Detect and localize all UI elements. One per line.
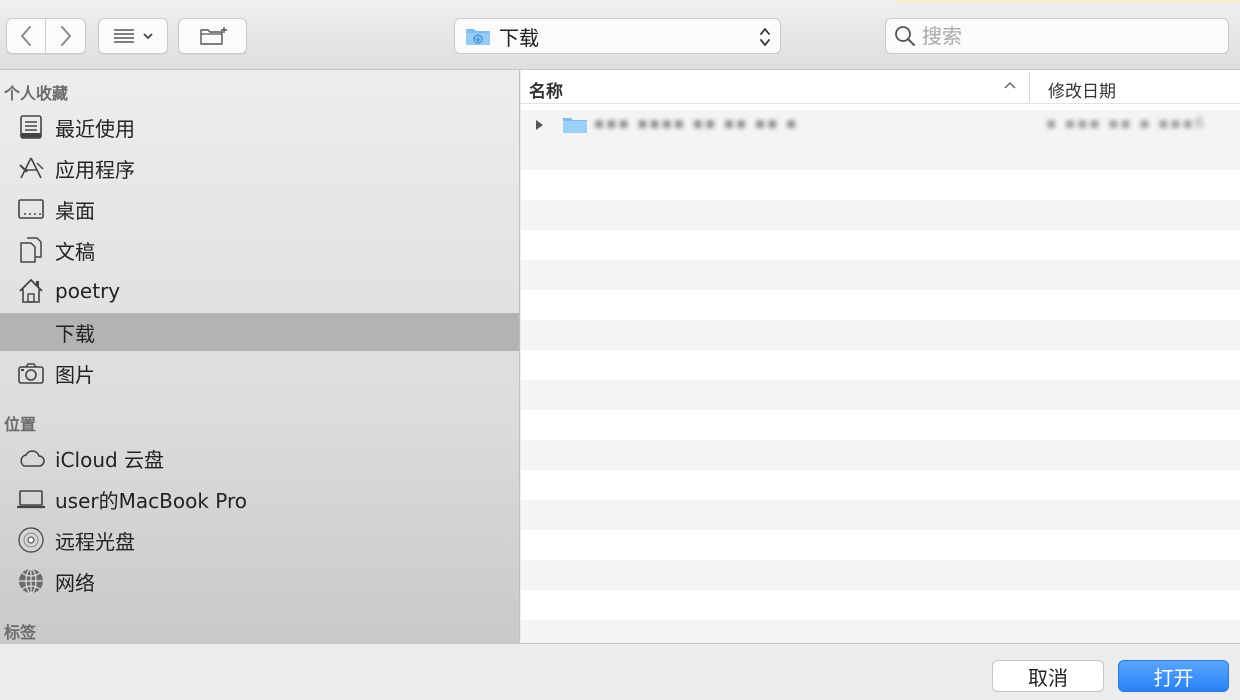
file-date: ▪ ▪▪▪ ▪▪ ▪ ▪▪▪6 — [1046, 114, 1207, 132]
empty-row — [521, 500, 1240, 530]
updown-chevron-icon — [760, 28, 770, 46]
folder-icon — [563, 118, 587, 133]
empty-row — [521, 620, 1240, 643]
empty-row — [521, 320, 1240, 350]
empty-row — [521, 230, 1240, 260]
sidebar-item-label: 图片 — [55, 362, 95, 387]
toolbar: 下载 — [0, 0, 1240, 70]
sidebar-item-network[interactable]: 网络 — [0, 562, 519, 600]
sidebar-item-recents[interactable]: 最近使用 — [0, 108, 519, 146]
sidebar-item-label: user的MacBook Pro — [55, 488, 247, 513]
home-icon — [16, 276, 46, 306]
sidebar-item-label: 桌面 — [55, 198, 95, 223]
empty-row — [521, 380, 1240, 410]
desktop-icon — [16, 194, 46, 224]
applications-icon — [16, 153, 46, 183]
section-favorites: 个人收藏 — [4, 84, 69, 103]
empty-row — [521, 590, 1240, 620]
forward-button[interactable] — [46, 19, 85, 53]
sidebar-item-macbook[interactable]: user的MacBook Pro — [0, 480, 519, 518]
pictures-icon — [16, 358, 46, 388]
location-label: 下载 — [499, 25, 539, 50]
sidebar-item-label: 远程光盘 — [55, 529, 135, 554]
sidebar-item-label: iCloud 云盘 — [55, 447, 165, 472]
new-folder-icon — [199, 27, 227, 45]
view-mode-button[interactable] — [98, 18, 168, 54]
column-header-date[interactable]: 修改日期 — [1048, 77, 1116, 102]
table-row[interactable]: ▪▪▪ ▪▪▪▪ ▪▪ ▪▪ ▪▪ ▪ ▪ ▪▪▪ ▪▪ ▪ ▪▪▪6 — [521, 110, 1240, 140]
sidebar-item-downloads[interactable]: 下载 — [0, 313, 519, 351]
sidebar-item-desktop[interactable]: 桌面 — [0, 190, 519, 228]
nav-button-group — [6, 18, 86, 54]
empty-row — [521, 470, 1240, 500]
back-button[interactable] — [7, 19, 47, 53]
sidebar-item-icloud[interactable]: iCloud 云盘 — [0, 439, 519, 477]
sidebar-item-label: 最近使用 — [55, 116, 135, 141]
file-list: 名称 修改日期 ▪▪▪ ▪▪▪▪ ▪▪ ▪▪ ▪▪ ▪ ▪ ▪▪▪ ▪▪ ▪ ▪… — [521, 70, 1240, 643]
remote-disc-icon — [16, 525, 46, 555]
empty-row — [521, 290, 1240, 320]
sidebar-item-home[interactable]: poetry — [0, 272, 519, 310]
empty-row — [521, 140, 1240, 170]
sidebar-item-label: 网络 — [55, 570, 95, 595]
search-field[interactable] — [885, 18, 1229, 54]
cancel-button[interactable]: 取消 — [992, 660, 1104, 692]
empty-row — [521, 260, 1240, 290]
empty-row — [521, 410, 1240, 440]
sidebar-item-pictures[interactable]: 图片 — [0, 354, 519, 392]
search-icon — [895, 26, 915, 46]
window-tint — [895, 0, 1240, 3]
icloud-icon — [16, 443, 46, 473]
list-header: 名称 修改日期 — [521, 70, 1240, 104]
location-popup[interactable]: 下载 — [454, 18, 781, 54]
empty-row — [521, 440, 1240, 470]
empty-row — [521, 560, 1240, 590]
disclosure-triangle-icon[interactable] — [534, 119, 544, 131]
file-name: ▪▪▪ ▪▪▪▪ ▪▪ ▪▪ ▪▪ ▪ — [594, 114, 799, 132]
sidebar-item-remote-disc[interactable]: 远程光盘 — [0, 521, 519, 559]
section-tags: 标签 — [4, 623, 37, 642]
network-icon — [16, 566, 46, 596]
chevron-left-icon — [21, 26, 31, 46]
downloads-folder-icon — [466, 29, 490, 45]
sidebar-item-label: 应用程序 — [55, 157, 135, 182]
sidebar-item-applications[interactable]: 应用程序 — [0, 149, 519, 187]
sidebar: 个人收藏 最近使用 应用程序 桌面 文稿 poetry 下载 图片 位置 iCl… — [0, 70, 520, 643]
dialog-footer: 取消 打开 — [0, 643, 1240, 700]
section-locations: 位置 — [4, 415, 37, 434]
sidebar-item-label: 下载 — [55, 321, 95, 346]
sidebar-item-label: 文稿 — [55, 239, 95, 264]
empty-row — [521, 530, 1240, 560]
search-input[interactable] — [922, 24, 1222, 48]
column-divider[interactable] — [1029, 72, 1030, 102]
open-button[interactable]: 打开 — [1118, 660, 1229, 692]
laptop-icon — [16, 484, 46, 514]
empty-row — [521, 200, 1240, 230]
new-folder-button[interactable] — [178, 18, 247, 54]
recents-icon — [16, 112, 46, 142]
list-view-icon — [114, 29, 134, 43]
chevron-down-icon — [143, 33, 153, 40]
sidebar-item-documents[interactable]: 文稿 — [0, 231, 519, 269]
sidebar-item-label: poetry — [55, 279, 121, 303]
column-header-name[interactable]: 名称 — [529, 77, 563, 102]
empty-row — [521, 350, 1240, 380]
empty-row — [521, 170, 1240, 200]
documents-icon — [16, 235, 46, 265]
chevron-right-icon — [60, 26, 71, 46]
sort-ascending-icon[interactable] — [1003, 80, 1017, 90]
